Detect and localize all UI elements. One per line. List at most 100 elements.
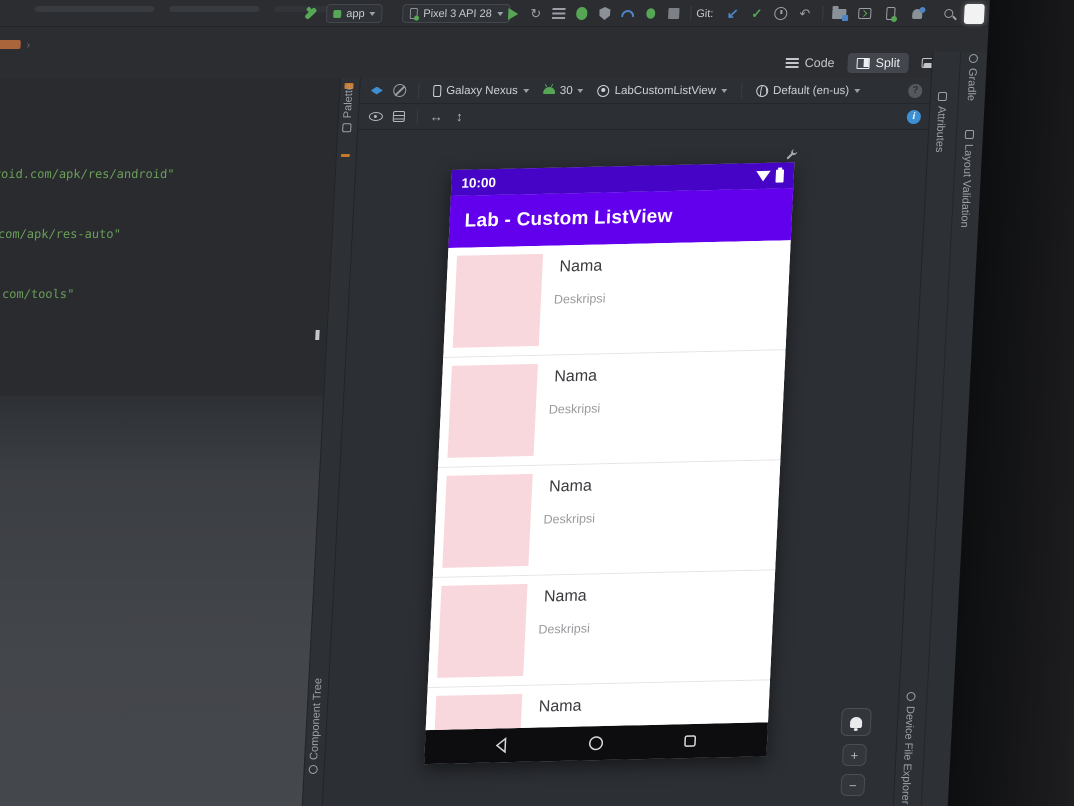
chevron-down-icon xyxy=(854,88,861,93)
back-button[interactable] xyxy=(491,735,512,755)
rerun-icon: ↻ xyxy=(529,5,542,21)
item-name: Nama xyxy=(543,587,588,606)
swap-vertical-icon[interactable]: ↕ xyxy=(450,108,468,125)
design-toolbar: Galaxy Nexus 30 LabCustomListView Defaul… xyxy=(359,78,931,104)
rerun-button[interactable]: ↻ xyxy=(527,5,545,22)
item-thumbnail xyxy=(452,253,544,348)
locale-globe-icon xyxy=(755,84,769,97)
device-file-explorer-icon xyxy=(905,692,916,701)
item-description: Deskripsi xyxy=(548,401,601,417)
toolbar-separator xyxy=(740,83,743,98)
tab-split[interactable]: Split xyxy=(847,53,910,73)
item-description: Deskripsi xyxy=(543,511,596,527)
layers-icon[interactable] xyxy=(368,82,386,99)
notifications-magnet-button[interactable] xyxy=(840,708,872,736)
git-update-icon: ↙ xyxy=(726,5,740,21)
tab-layout-validation[interactable]: Layout Validation xyxy=(958,130,975,228)
coverage-button[interactable] xyxy=(596,5,614,22)
split-mode-icon xyxy=(856,57,870,69)
tab-gradle[interactable]: Gradle xyxy=(965,54,979,101)
attach-debugger-button[interactable] xyxy=(642,5,660,22)
item-thumbnail xyxy=(442,473,533,568)
tab-device-file-explorer[interactable]: Device File Explorer xyxy=(899,692,917,804)
debug-icon xyxy=(573,5,591,22)
file-tab-fragment[interactable] xyxy=(0,40,21,49)
app-title: Lab - Custom ListView xyxy=(464,205,673,232)
zoom-out-button[interactable]: − xyxy=(840,774,866,796)
profiler-button[interactable] xyxy=(619,5,637,22)
home-button[interactable] xyxy=(586,733,607,753)
notifications-icon xyxy=(908,5,926,22)
terminal-icon xyxy=(856,5,874,22)
run-icon xyxy=(504,5,522,22)
tab-layout-validation-label: Layout Validation xyxy=(958,144,975,228)
list-item[interactable]: Nama Deskripsi xyxy=(443,240,791,359)
item-description: Deskripsi xyxy=(538,621,591,637)
search-everywhere-button[interactable] xyxy=(940,5,958,22)
folder-icon xyxy=(830,5,848,22)
list-item[interactable]: Nama Deskripsi xyxy=(427,570,776,689)
tab-split-label: Split xyxy=(875,56,901,70)
editor-lighting-region xyxy=(0,396,324,806)
wrench-icon[interactable] xyxy=(785,148,799,161)
surface-controls: + − xyxy=(837,708,872,796)
device-manager-button[interactable] xyxy=(882,5,900,22)
run-list-button[interactable] xyxy=(550,5,568,22)
list-item[interactable]: Nama Deskripsi xyxy=(432,460,781,579)
component-tree-icon xyxy=(308,764,319,774)
white-square-icon xyxy=(963,3,985,24)
debug-button[interactable] xyxy=(573,5,591,22)
tab-palette[interactable]: Palette xyxy=(341,84,356,133)
rollback-button[interactable]: ↶ xyxy=(796,5,814,22)
git-commit-button[interactable]: ✓ xyxy=(748,5,766,22)
stop-button[interactable] xyxy=(665,5,683,22)
menu-text-blur xyxy=(34,6,155,12)
bell-icon xyxy=(849,716,863,728)
list-item[interactable]: Nama Deskripsi xyxy=(438,350,786,469)
run-configuration-select[interactable]: app xyxy=(325,4,384,23)
run-config-app-icon xyxy=(333,9,342,18)
history-button[interactable] xyxy=(772,5,790,22)
design-surface[interactable]: 10:00 Lab - Custom ListView Nama Deskrip… xyxy=(322,130,929,806)
battery-icon xyxy=(775,168,785,183)
palette-icon xyxy=(342,123,353,133)
chevron-right-icon: › xyxy=(26,40,31,51)
theme-icon xyxy=(597,84,610,97)
api-level-label: 30 xyxy=(559,84,573,97)
orientation-icon[interactable] xyxy=(391,82,409,99)
tab-attributes-label: Attributes xyxy=(933,106,948,153)
zoom-in-button[interactable]: + xyxy=(841,744,868,766)
locale-dropdown[interactable]: Default (en-us) xyxy=(752,83,865,99)
api-level-dropdown[interactable]: 30 xyxy=(538,83,588,99)
help-button[interactable]: ? xyxy=(907,83,923,98)
view-options-eye-icon[interactable] xyxy=(366,108,384,125)
variants-icon[interactable] xyxy=(389,108,407,125)
terminal-button[interactable] xyxy=(856,5,874,22)
android-icon xyxy=(542,87,556,94)
device-dropdown[interactable]: Galaxy Nexus xyxy=(429,83,533,99)
screenshot-stage: app Pixel 3 API 28 ↻ Git: ↙ ✓ ↶ › Code S… xyxy=(0,0,1074,806)
code-editor[interactable]: roid.com/apk/res/android" .com/apk/res-a… xyxy=(0,78,341,806)
build-button[interactable] xyxy=(302,5,320,22)
recents-button[interactable] xyxy=(680,731,701,751)
project-files-button[interactable] xyxy=(830,5,848,22)
list-item[interactable]: Nama Deskripsi xyxy=(425,680,770,731)
tab-attributes[interactable]: Attributes xyxy=(933,92,948,152)
git-update-button[interactable]: ↙ xyxy=(724,5,742,22)
tab-component-tree[interactable]: Component Tree xyxy=(307,678,324,774)
run-button[interactable] xyxy=(504,5,522,22)
notifications-button[interactable] xyxy=(908,5,926,22)
device-select[interactable]: Pixel 3 API 28 xyxy=(401,4,511,23)
scrollbar-warning-mark[interactable] xyxy=(340,154,350,157)
listview[interactable]: Nama Deskripsi Nama Deskripsi Nama Deskr… xyxy=(425,240,791,731)
device-dropdown-label: Galaxy Nexus xyxy=(445,84,519,97)
rollback-icon: ↶ xyxy=(798,5,811,21)
tab-code-label: Code xyxy=(804,56,835,70)
tab-code[interactable]: Code xyxy=(776,53,844,73)
theme-dropdown[interactable]: LabCustomListView xyxy=(593,83,731,99)
device-manager-icon xyxy=(882,5,900,22)
phone-preview[interactable]: 10:00 Lab - Custom ListView Nama Deskrip… xyxy=(424,162,795,765)
info-button[interactable]: i xyxy=(906,109,922,124)
device-phone-icon xyxy=(409,7,418,20)
swap-horizontal-icon[interactable]: ↔ xyxy=(427,108,445,125)
